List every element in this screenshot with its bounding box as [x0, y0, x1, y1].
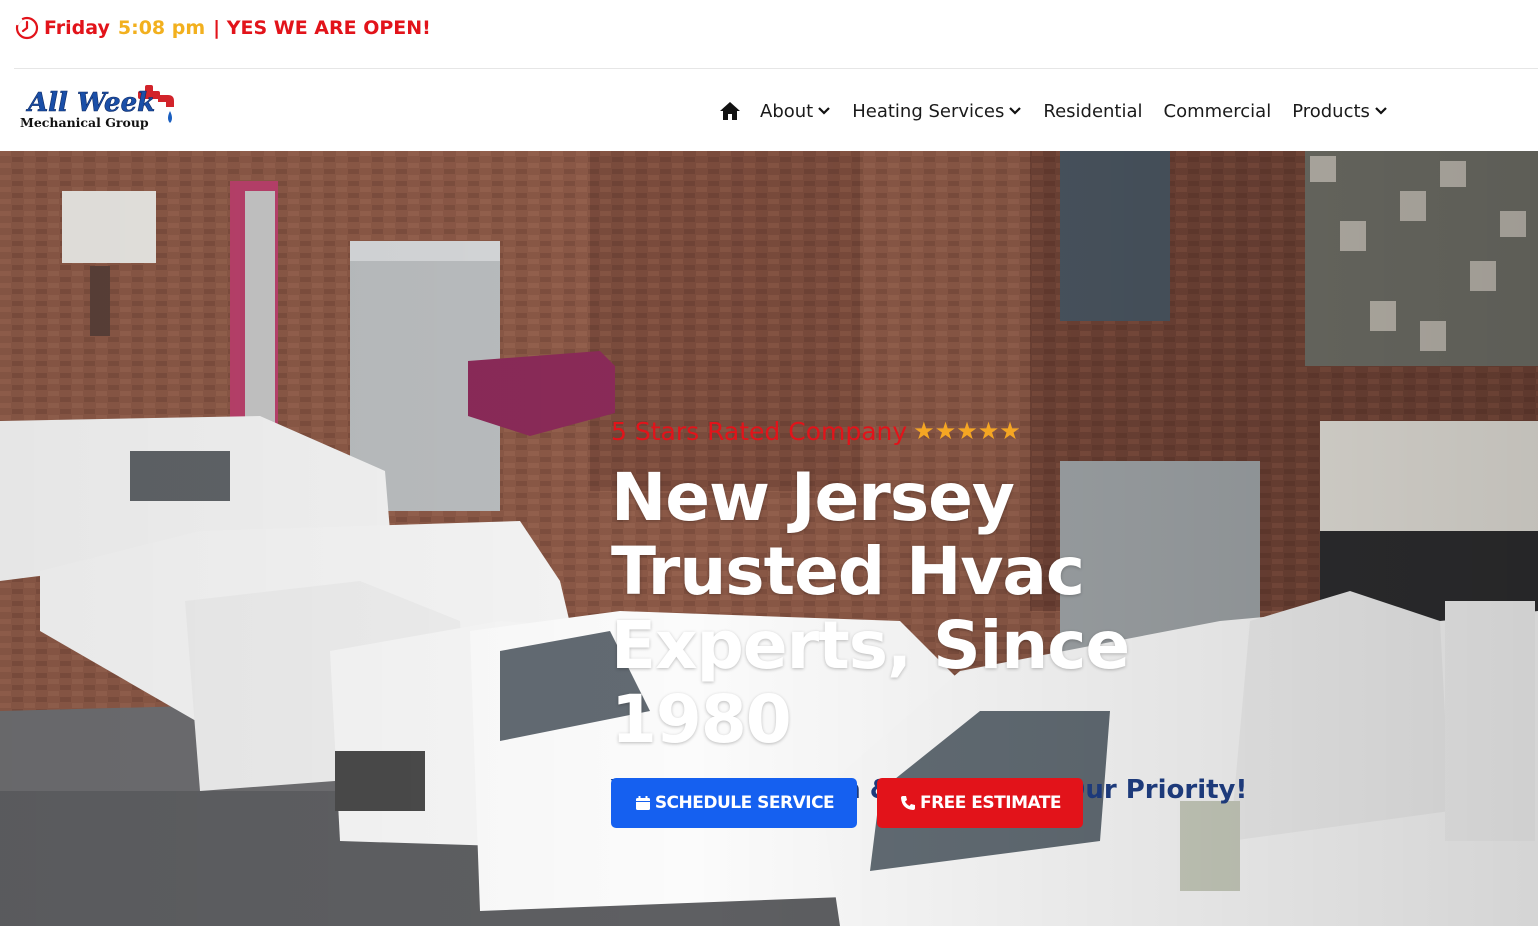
- svg-text:Mechanical Group: Mechanical Group: [20, 115, 149, 130]
- chevron-down-icon: [818, 107, 830, 115]
- phone-icon: [900, 796, 915, 810]
- schedule-service-label: SCHEDULE SERVICE: [654, 793, 835, 813]
- open-status: Friday 5:08 pm | YES WE ARE OPEN!: [14, 14, 431, 42]
- calendar-icon: [635, 796, 650, 810]
- nav-item-label: Products: [1292, 100, 1370, 122]
- top-status-bar: Friday 5:08 pm | YES WE ARE OPEN!: [0, 0, 1538, 68]
- svg-text:All Week: All Week: [25, 88, 155, 118]
- nav-item-heating-services[interactable]: Heating Services: [852, 101, 1022, 122]
- free-estimate-label: FREE ESTIMATE: [919, 793, 1062, 813]
- status-time: 5:08 pm: [117, 17, 206, 39]
- clock-icon: [15, 16, 39, 40]
- chevron-down-icon: [1009, 107, 1022, 115]
- status-message: | YES WE ARE OPEN!: [213, 17, 431, 39]
- nav-item-about[interactable]: About: [760, 101, 831, 122]
- rating-text: 5 Stars Rated Company: [611, 416, 908, 446]
- hero-headline: New Jersey Trusted Hvac Experts, Since 1…: [611, 461, 1311, 757]
- hero-cta-buttons: SCHEDULE SERVICE FREE ESTIMATE: [611, 778, 1083, 828]
- nav-item-residential[interactable]: Residential: [1043, 101, 1142, 122]
- company-logo[interactable]: All Week Mechanical Group: [18, 81, 178, 141]
- status-day: Friday: [44, 17, 110, 39]
- rating-badge: 5 Stars Rated Company ★★★★★: [611, 413, 1311, 449]
- hero-content: 5 Stars Rated Company ★★★★★ New Jersey T…: [611, 413, 1311, 806]
- nav-item-products[interactable]: Products: [1292, 101, 1388, 122]
- headline-line-1: New Jersey: [611, 459, 1015, 536]
- headline-line-3: Experts, Since 1980: [611, 607, 1130, 758]
- site-header: All Week Mechanical Group About Heating …: [0, 69, 1538, 151]
- nav-item-commercial[interactable]: Commercial: [1164, 101, 1272, 122]
- chevron-down-icon: [1375, 107, 1387, 115]
- hero-section: 5 Stars Rated Company ★★★★★ New Jersey T…: [0, 151, 1538, 926]
- headline-line-2: Trusted Hvac: [611, 533, 1085, 610]
- schedule-service-button[interactable]: SCHEDULE SERVICE: [611, 778, 857, 828]
- nav-item-label: About: [760, 100, 814, 122]
- nav-item-label: Commercial: [1163, 100, 1272, 122]
- nav-item-label: Heating Services: [852, 100, 1005, 122]
- star-rating-icon: ★★★★★: [913, 417, 1021, 445]
- main-nav: About Heating Services Residential Comme…: [718, 95, 1409, 127]
- free-estimate-button[interactable]: FREE ESTIMATE: [877, 778, 1083, 828]
- nav-item-label: Residential: [1043, 100, 1143, 122]
- home-icon[interactable]: [718, 99, 742, 123]
